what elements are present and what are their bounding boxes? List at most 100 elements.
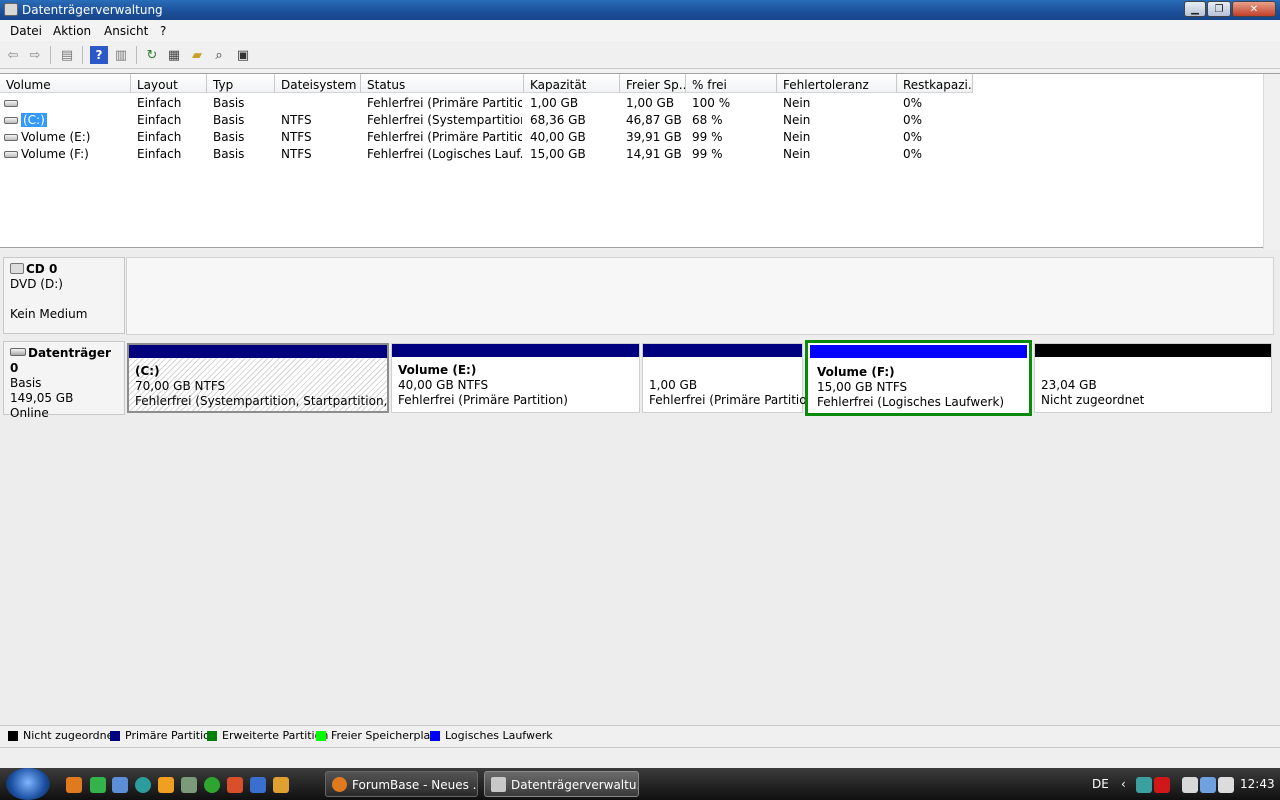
partition-text: Volume (E:) 40,00 GB NTFS Fehlerfrei (Pr… <box>398 363 568 407</box>
disk0-status: Online <box>10 406 49 420</box>
partition-primary-1gb[interactable]: 1,00 GB Fehlerfrei (Primäre Partition) <box>642 343 819 413</box>
menu-help[interactable]: ? <box>160 24 166 38</box>
fehlertoleranz-cell: Nein <box>783 130 811 144</box>
minimize-button[interactable]: ▁ <box>1184 1 1206 17</box>
layout-cell: Einfach <box>137 130 182 144</box>
table-row[interactable]: Volume (E:) Einfach Basis NTFS Fehlerfre… <box>0 129 1280 146</box>
cd0-status: Kein Medium <box>10 307 88 321</box>
typ-cell: Basis <box>213 130 245 144</box>
column-header-typ[interactable]: Typ <box>207 74 275 93</box>
cd0-label[interactable]: CD 0 DVD (D:) Kein Medium <box>3 257 125 334</box>
disk0-label[interactable]: Datenträger 0 Basis 149,05 GB Online <box>3 341 125 420</box>
close-button[interactable]: ✕ <box>1232 1 1276 17</box>
volume-icon[interactable] <box>1218 777 1234 793</box>
explorer-icon[interactable] <box>112 777 128 793</box>
properties-icon[interactable]: ▦ <box>165 46 183 64</box>
messenger-icon[interactable] <box>90 777 106 793</box>
column-header-status[interactable]: Status <box>361 74 524 93</box>
fehlertoleranz-cell: Nein <box>783 96 811 110</box>
antivirus-icon[interactable] <box>227 777 243 793</box>
volume-cell: Volume (F:) <box>4 147 89 161</box>
typ-cell: Basis <box>213 147 245 161</box>
partition-f[interactable]: Volume (F:) 15,00 GB NTFS Fehlerfrei (Lo… <box>805 340 1032 416</box>
cd0-name: CD 0 <box>26 262 58 276</box>
show-hidden-icons[interactable]: ‹ <box>1121 777 1126 791</box>
firefox-icon[interactable] <box>66 777 82 793</box>
column-header-restkapazitaet[interactable]: Restkapazi... <box>897 74 973 93</box>
kapazitaet-cell: 1,00 GB <box>530 96 579 110</box>
title-bar[interactable]: Datenträgerverwaltung ▁ ❐ ✕ <box>0 0 1280 20</box>
clock[interactable]: 12:43 <box>1240 777 1275 791</box>
cd0-strip <box>126 257 1274 335</box>
column-header-dateisystem[interactable]: Dateisystem <box>275 74 361 93</box>
partition-color-bar <box>1035 344 1271 357</box>
menu-ansicht[interactable]: Ansicht <box>104 24 148 38</box>
network-app-icon[interactable] <box>250 777 266 793</box>
column-header-kapazitaet[interactable]: Kapazität <box>524 74 620 93</box>
partition-e[interactable]: Volume (E:) 40,00 GB NTFS Fehlerfrei (Pr… <box>391 343 640 413</box>
status-cell: Fehlerfrei (Systempartition,... <box>367 113 522 127</box>
freier-speicher-cell: 14,91 GB <box>626 147 682 161</box>
start-button[interactable] <box>6 768 50 800</box>
column-header-volume[interactable]: Volume <box>0 74 131 93</box>
cd0-type: DVD (D:) <box>10 277 63 291</box>
open-folder-icon[interactable]: ▰ <box>188 46 206 64</box>
partition-c[interactable]: (C:) 70,00 GB NTFS Fehlerfrei (Systempar… <box>127 343 390 413</box>
refresh-icon[interactable]: ↻ <box>143 46 161 64</box>
legend-swatch <box>8 731 18 741</box>
column-header-prozent-frei[interactable]: % frei <box>686 74 777 93</box>
table-row[interactable]: (C:) Einfach Basis NTFS Fehlerfrei (Syst… <box>0 112 1280 129</box>
forward-arrow-icon[interactable]: ⇨ <box>26 46 44 64</box>
typ-cell: Basis <box>213 96 245 110</box>
language-indicator[interactable]: DE <box>1092 777 1109 791</box>
disk0-size: 149,05 GB <box>10 391 74 405</box>
partition-text: 1,00 GB Fehlerfrei (Primäre Partition) <box>649 378 819 407</box>
status-cell: Fehlerfrei (Primäre Partition) <box>367 96 522 110</box>
legend-swatch <box>316 731 326 741</box>
back-arrow-icon[interactable]: ⇦ <box>4 46 22 64</box>
toolbar-separator <box>82 46 83 64</box>
avira-icon[interactable] <box>1154 777 1170 793</box>
drive-icon <box>4 151 18 158</box>
media-player-icon[interactable] <box>158 777 174 793</box>
disk0-type: Basis <box>10 376 42 390</box>
freier-speicher-cell: 1,00 GB <box>626 96 675 110</box>
legend-label: Nicht zugeordnet <box>23 729 118 742</box>
volume-cell <box>4 96 21 110</box>
winamp-icon[interactable] <box>273 777 289 793</box>
toolbar-separator <box>136 46 137 64</box>
task-firefox[interactable]: ForumBase - Neues ... <box>325 771 478 797</box>
safely-remove-icon[interactable] <box>1182 777 1198 793</box>
properties-pane-icon[interactable]: ▥ <box>112 46 130 64</box>
maximize-button[interactable]: ❐ <box>1207 1 1231 17</box>
taskbar: ForumBase - Neues ... Datenträgerverwalt… <box>0 768 1280 800</box>
column-header-layout[interactable]: Layout <box>131 74 207 93</box>
partition-color-bar <box>643 344 802 357</box>
task-datentraegerverwaltung[interactable]: Datenträgerverwaltu... <box>484 771 639 797</box>
partition-color-bar <box>129 345 387 358</box>
menu-aktion[interactable]: Aktion <box>53 24 91 38</box>
console-tree-icon[interactable]: ▤ <box>58 46 76 64</box>
column-header-fehlertoleranz[interactable]: Fehlertoleranz <box>777 74 897 93</box>
firefox-icon <box>332 777 347 792</box>
column-header-freier-speicher[interactable]: Freier Sp... <box>620 74 686 93</box>
app-icon[interactable] <box>181 777 197 793</box>
export-list-icon[interactable]: ▣ <box>234 46 252 64</box>
network-icon[interactable] <box>1136 777 1152 793</box>
vertical-scrollbar[interactable] <box>1263 74 1280 249</box>
app-icon <box>4 3 18 16</box>
search-icon[interactable]: ⌕ <box>210 46 228 64</box>
legend-label: Freier Speicherplatz <box>331 729 441 742</box>
table-row[interactable]: Einfach Basis Fehlerfrei (Primäre Partit… <box>0 95 1280 112</box>
table-row[interactable]: Volume (F:) Einfach Basis NTFS Fehlerfre… <box>0 146 1280 163</box>
help-icon[interactable]: ? <box>90 46 108 64</box>
network-connection-icon[interactable] <box>1200 777 1216 793</box>
partition-unallocated[interactable]: 23,04 GB Nicht zugeordnet <box>1034 343 1272 413</box>
legend-label: Erweiterte Partition <box>222 729 329 742</box>
utorrent-icon[interactable] <box>204 777 220 793</box>
menu-datei[interactable]: Datei <box>10 24 42 38</box>
fehlertoleranz-cell: Nein <box>783 113 811 127</box>
drive-icon <box>4 117 18 124</box>
prozent-frei-cell: 100 % <box>692 96 731 110</box>
browser-icon[interactable] <box>135 777 151 793</box>
